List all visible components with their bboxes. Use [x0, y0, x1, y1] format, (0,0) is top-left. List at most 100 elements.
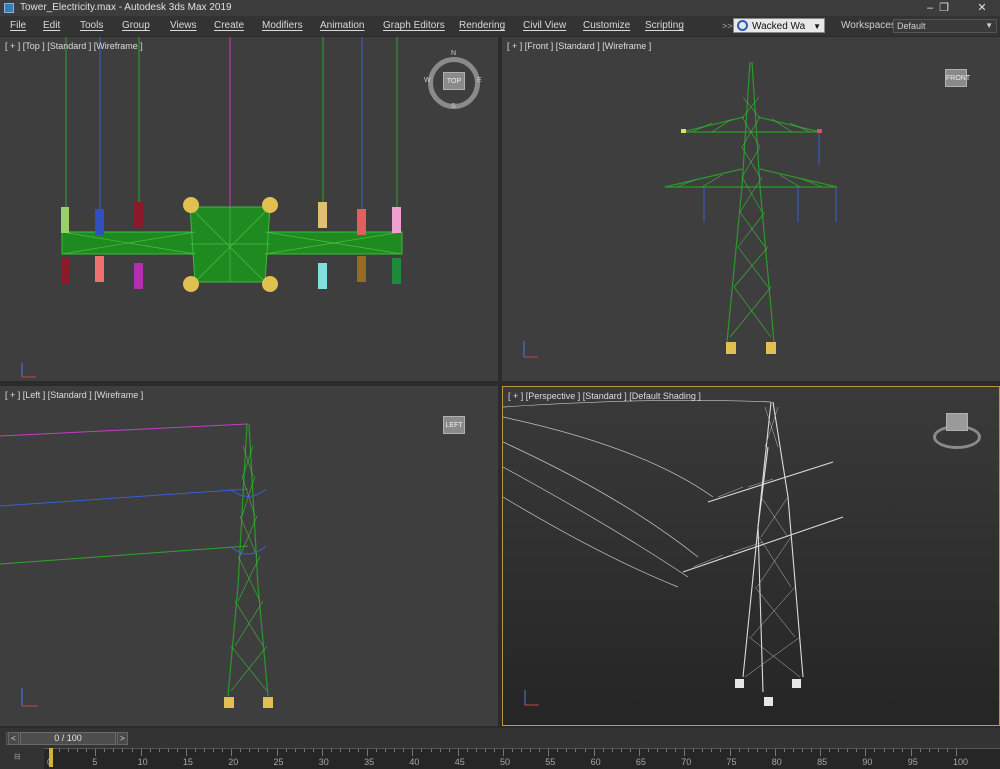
timeline-tick [792, 749, 794, 752]
timeline-tick [675, 749, 677, 752]
timeline-tick-label: 60 [590, 757, 601, 767]
timeline-tick [657, 749, 659, 752]
timeline-tick [285, 749, 287, 752]
maximize-button[interactable]: ❐ [930, 0, 958, 16]
workspaces-label: Workspaces: [841, 20, 899, 31]
timeline-tick [647, 749, 649, 752]
timeline-tick [956, 749, 957, 756]
timeline-tick [910, 749, 912, 756]
viewcube[interactable] [946, 413, 968, 431]
menu-civil-view[interactable]: Civil View [523, 16, 566, 36]
timeline-tick-label: 90 [862, 757, 873, 767]
timeline-tick [937, 749, 939, 752]
menu-graph-editors[interactable]: Graph Editors [383, 16, 445, 36]
menu-animation[interactable]: Animation [320, 16, 364, 36]
timeline-tick [376, 749, 378, 752]
viewport-top[interactable]: [ + ] [Top ] [Standard ] [Wireframe ] TO… [0, 37, 498, 381]
timeline-tick [720, 749, 722, 752]
timeline-tick [548, 749, 550, 756]
timeline-tick [59, 749, 61, 752]
close-button[interactable]: ✕ [968, 0, 996, 16]
menu-tools[interactable]: Tools [80, 16, 103, 36]
timeline-tick [765, 749, 767, 752]
viewport-label[interactable]: [ + ] [Front ] [Standard ] [Wireframe ] [507, 41, 651, 51]
timeline-tick [611, 749, 613, 752]
menu-edit[interactable]: Edit [43, 16, 60, 36]
compass-north: N [451, 50, 457, 57]
menu-group[interactable]: Group [122, 16, 150, 36]
timeline-tick [276, 749, 278, 756]
viewcube[interactable]: FRONT [945, 69, 970, 87]
viewport-label[interactable]: [ + ] [Left ] [Standard ] [Wireframe ] [5, 390, 143, 400]
viewport-label[interactable]: [ + ] [Perspective ] [Standard ] [Defaul… [508, 391, 701, 401]
menu-rendering[interactable]: Rendering [459, 16, 505, 36]
menu-customize[interactable]: Customize [583, 16, 630, 36]
user-account-dropdown[interactable]: Wacked Wa ▼ [733, 18, 825, 33]
menu-scripting[interactable]: Scripting [645, 16, 684, 36]
timeline-tick-label: 45 [454, 757, 465, 767]
timeline-tick-label: 30 [318, 757, 329, 767]
perspective-scene [503, 399, 844, 706]
timeline-tick [521, 749, 523, 752]
timeline-tick [194, 749, 196, 752]
timeline-tick-label: 70 [681, 757, 692, 767]
viewport-front[interactable]: [ + ] [Front ] [Standard ] [Wireframe ] … [502, 37, 1000, 381]
timeline-tick-label: 95 [907, 757, 918, 767]
timeline-tick [204, 749, 206, 752]
time-slider[interactable]: 0 / 100 [20, 732, 116, 745]
app-icon [4, 3, 14, 13]
menu-file[interactable]: File [10, 16, 26, 36]
timeline-tick [95, 749, 97, 756]
timeline-tick [638, 749, 640, 756]
menu-create[interactable]: Create [214, 16, 244, 36]
workspaces-select[interactable]: Default ▼ [893, 19, 997, 33]
timeline-tick [86, 749, 88, 752]
viewcube[interactable]: TOP [443, 72, 465, 90]
timeline-tick-label: 75 [726, 757, 737, 767]
menu-modifiers[interactable]: Modifiers [262, 16, 303, 36]
compass-east: E [477, 77, 482, 84]
compass-west: W [424, 77, 431, 84]
timeline-tick [240, 749, 242, 752]
track-bar-icon[interactable]: ⊟ [14, 752, 21, 761]
timeline-tick [838, 749, 840, 752]
timeline-tick [258, 749, 260, 752]
timeline: < 0 / 100 > ⊟ 05101520253035404550556065… [0, 728, 1000, 769]
timeline-tick [493, 749, 495, 752]
viewport-left[interactable]: [ + ] [Left ] [Standard ] [Wireframe ] L… [0, 386, 498, 726]
prev-frame-button[interactable]: < [8, 732, 19, 745]
timeline-tick [820, 749, 822, 756]
front-view-scene [523, 61, 838, 358]
timeline-tick [176, 749, 178, 752]
timeline-tick [829, 749, 831, 752]
menu-views[interactable]: Views [170, 16, 197, 36]
chevron-down-icon: ▼ [985, 21, 993, 30]
timeline-tick [104, 749, 106, 752]
timeline-tick-label: 10 [137, 757, 148, 767]
viewcube[interactable]: LEFT [443, 416, 465, 434]
next-frame-button[interactable]: > [117, 732, 128, 745]
menu-overflow[interactable]: >> [722, 16, 733, 36]
timeline-tick [847, 749, 849, 752]
timeline-tick [865, 749, 867, 756]
timeline-tick [620, 749, 622, 752]
timeline-tick [294, 749, 296, 752]
timeline-tick [77, 749, 79, 752]
timeline-tick [629, 749, 631, 752]
viewport-perspective[interactable]: [ + ] [Perspective ] [Standard ] [Defaul… [502, 386, 1000, 726]
timeline-tick-label: 100 [953, 757, 969, 767]
timeline-tick [412, 749, 414, 756]
timeline-tick-label: 55 [545, 757, 556, 767]
timeline-tick [566, 749, 568, 752]
viewport-label[interactable]: [ + ] [Top ] [Standard ] [Wireframe ] [5, 41, 143, 51]
menu-bar: File Edit Tools Group Views Create Modif… [0, 16, 1000, 36]
timeline-tick-label: 5 [92, 757, 98, 767]
timeline-tick [883, 749, 885, 752]
timeline-ruler[interactable]: 0510152025303540455055606570758085909510… [44, 748, 1000, 769]
timeline-tick [475, 749, 477, 752]
timeline-tick [946, 749, 948, 752]
timeline-tick [249, 749, 251, 752]
timeline-tick [231, 749, 233, 756]
current-frame-marker[interactable] [49, 748, 53, 767]
user-icon [737, 20, 748, 31]
